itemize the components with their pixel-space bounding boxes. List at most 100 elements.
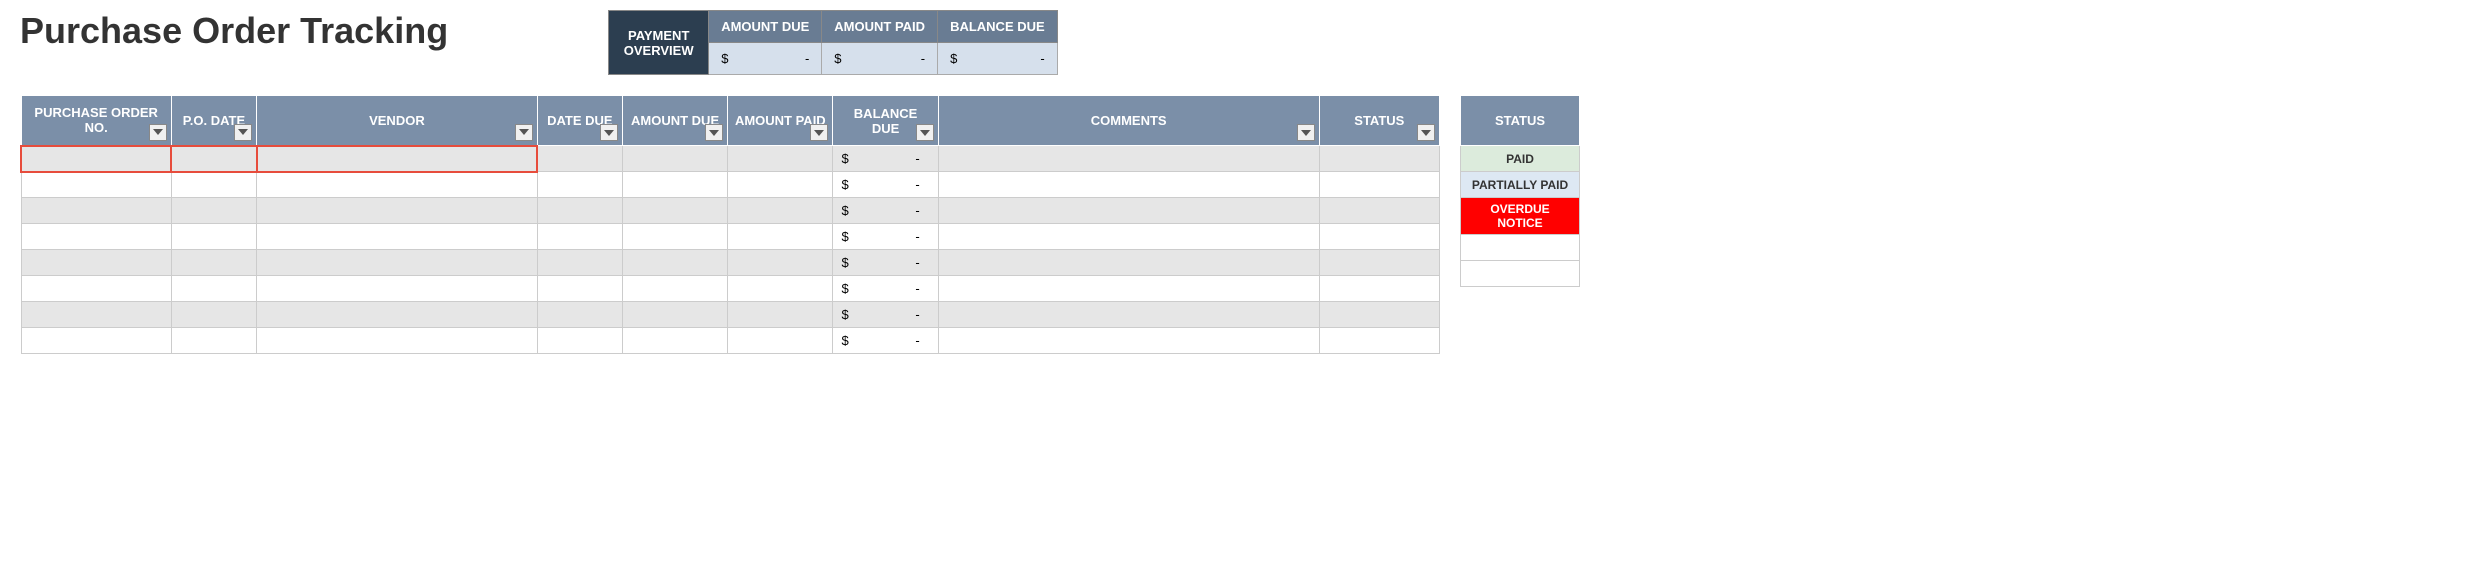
col-header-comments[interactable]: COMMENTS bbox=[938, 96, 1319, 146]
col-header-status[interactable]: STATUS bbox=[1319, 96, 1439, 146]
table-cell[interactable]: $- bbox=[833, 172, 938, 198]
filter-dropdown-icon[interactable] bbox=[1297, 124, 1315, 141]
table-cell[interactable] bbox=[171, 198, 256, 224]
table-cell[interactable]: $- bbox=[833, 328, 938, 354]
table-cell[interactable] bbox=[537, 146, 622, 172]
table-cell[interactable] bbox=[171, 224, 256, 250]
table-cell[interactable] bbox=[171, 302, 256, 328]
filter-dropdown-icon[interactable] bbox=[1417, 124, 1435, 141]
legend-header: STATUS bbox=[1461, 96, 1580, 146]
table-cell[interactable] bbox=[622, 224, 727, 250]
table-cell[interactable] bbox=[537, 302, 622, 328]
table-cell[interactable]: $- bbox=[833, 302, 938, 328]
table-cell[interactable] bbox=[257, 146, 538, 172]
table-cell[interactable] bbox=[257, 224, 538, 250]
table-cell[interactable] bbox=[728, 198, 833, 224]
filter-dropdown-icon[interactable] bbox=[705, 124, 723, 141]
table-cell[interactable] bbox=[537, 224, 622, 250]
table-row: $- bbox=[21, 250, 1440, 276]
col-header-po-date[interactable]: P.O. DATE bbox=[171, 96, 256, 146]
table-cell[interactable] bbox=[938, 250, 1319, 276]
filter-dropdown-icon[interactable] bbox=[600, 124, 618, 141]
legend-item: OVERDUE NOTICE bbox=[1461, 198, 1580, 235]
table-cell[interactable]: $- bbox=[833, 198, 938, 224]
table-cell[interactable] bbox=[257, 198, 538, 224]
table-cell[interactable] bbox=[257, 276, 538, 302]
table-cell[interactable] bbox=[537, 328, 622, 354]
table-cell[interactable] bbox=[728, 328, 833, 354]
table-cell[interactable] bbox=[1319, 198, 1439, 224]
col-header-po-no[interactable]: PURCHASE ORDER NO. bbox=[21, 96, 171, 146]
table-cell[interactable] bbox=[1319, 250, 1439, 276]
table-cell[interactable] bbox=[622, 302, 727, 328]
table-cell[interactable] bbox=[257, 328, 538, 354]
table-cell[interactable]: $- bbox=[833, 276, 938, 302]
col-header-date-due[interactable]: DATE DUE bbox=[537, 96, 622, 146]
table-cell[interactable] bbox=[622, 198, 727, 224]
filter-dropdown-icon[interactable] bbox=[149, 124, 167, 141]
table-cell[interactable] bbox=[1319, 302, 1439, 328]
table-cell[interactable] bbox=[938, 302, 1319, 328]
col-header-balance-due[interactable]: BALANCE DUE bbox=[833, 96, 938, 146]
table-cell[interactable] bbox=[257, 250, 538, 276]
table-cell[interactable] bbox=[622, 250, 727, 276]
table-cell[interactable] bbox=[622, 328, 727, 354]
table-cell[interactable] bbox=[171, 328, 256, 354]
table-cell[interactable] bbox=[537, 276, 622, 302]
table-cell[interactable] bbox=[728, 302, 833, 328]
table-cell[interactable]: $- bbox=[833, 250, 938, 276]
table-cell[interactable] bbox=[21, 250, 171, 276]
table-cell[interactable] bbox=[728, 146, 833, 172]
overview-value-balance-due: $ - bbox=[938, 43, 1058, 75]
table-cell[interactable] bbox=[171, 146, 256, 172]
payment-overview-table: PAYMENT OVERVIEW AMOUNT DUE AMOUNT PAID … bbox=[608, 10, 1058, 75]
table-cell[interactable] bbox=[1319, 328, 1439, 354]
table-cell[interactable] bbox=[21, 146, 171, 172]
col-header-vendor[interactable]: VENDOR bbox=[257, 96, 538, 146]
table-cell[interactable] bbox=[728, 172, 833, 198]
table-cell[interactable] bbox=[537, 172, 622, 198]
table-cell[interactable] bbox=[21, 302, 171, 328]
table-cell[interactable] bbox=[938, 328, 1319, 354]
filter-dropdown-icon[interactable] bbox=[916, 124, 934, 141]
table-cell[interactable] bbox=[728, 250, 833, 276]
table-cell[interactable] bbox=[938, 146, 1319, 172]
col-header-amount-paid[interactable]: AMOUNT PAID bbox=[728, 96, 833, 146]
table-cell[interactable]: $- bbox=[833, 224, 938, 250]
filter-dropdown-icon[interactable] bbox=[810, 124, 828, 141]
table-cell[interactable] bbox=[537, 198, 622, 224]
table-cell[interactable] bbox=[257, 172, 538, 198]
po-tracking-table: PURCHASE ORDER NO. P.O. DATE VENDOR bbox=[20, 95, 1440, 354]
table-row: $- bbox=[21, 198, 1440, 224]
table-cell[interactable] bbox=[622, 172, 727, 198]
table-cell[interactable] bbox=[1319, 172, 1439, 198]
table-cell[interactable] bbox=[938, 276, 1319, 302]
table-cell[interactable] bbox=[938, 224, 1319, 250]
table-cell[interactable] bbox=[257, 302, 538, 328]
table-cell[interactable] bbox=[171, 172, 256, 198]
table-cell[interactable] bbox=[537, 250, 622, 276]
overview-value-amount-paid: $ - bbox=[822, 43, 938, 75]
table-cell[interactable] bbox=[21, 172, 171, 198]
table-cell[interactable]: $- bbox=[833, 146, 938, 172]
table-cell[interactable] bbox=[938, 198, 1319, 224]
filter-dropdown-icon[interactable] bbox=[515, 124, 533, 141]
table-cell[interactable] bbox=[1319, 146, 1439, 172]
table-cell[interactable] bbox=[21, 328, 171, 354]
table-cell[interactable] bbox=[171, 250, 256, 276]
overview-value-amount-due: $ - bbox=[709, 43, 822, 75]
table-cell[interactable] bbox=[622, 276, 727, 302]
table-cell[interactable] bbox=[1319, 276, 1439, 302]
table-cell[interactable] bbox=[171, 276, 256, 302]
table-cell[interactable] bbox=[728, 276, 833, 302]
table-row: $- bbox=[21, 276, 1440, 302]
table-cell[interactable] bbox=[622, 146, 727, 172]
table-cell[interactable] bbox=[1319, 224, 1439, 250]
filter-dropdown-icon[interactable] bbox=[234, 124, 252, 141]
table-cell[interactable] bbox=[21, 224, 171, 250]
table-cell[interactable] bbox=[21, 198, 171, 224]
table-cell[interactable] bbox=[728, 224, 833, 250]
col-header-amount-due[interactable]: AMOUNT DUE bbox=[622, 96, 727, 146]
table-cell[interactable] bbox=[21, 276, 171, 302]
table-cell[interactable] bbox=[938, 172, 1319, 198]
